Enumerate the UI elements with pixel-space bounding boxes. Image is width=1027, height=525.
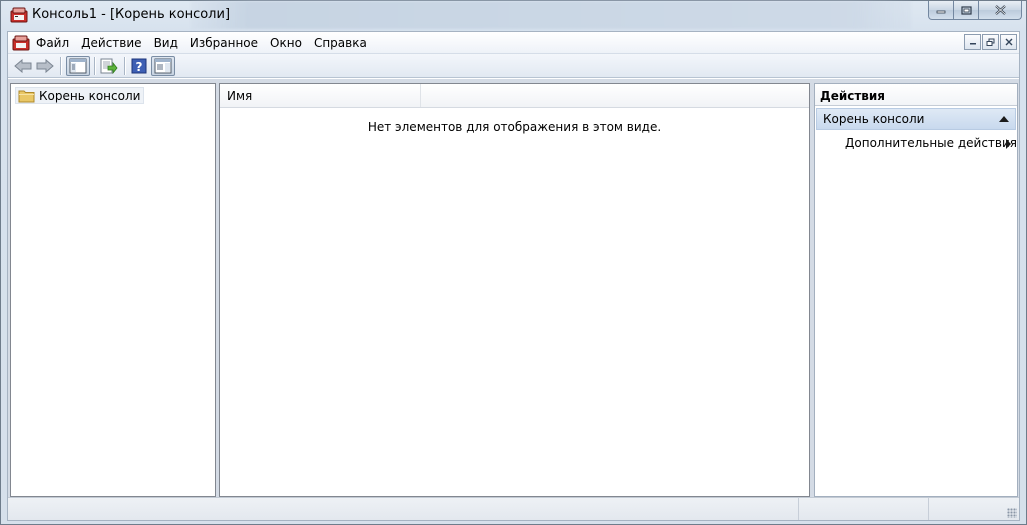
close-icon	[994, 5, 1006, 15]
column-header-name[interactable]: Имя	[220, 84, 421, 107]
status-bar	[8, 497, 1019, 520]
actions-section-title: Корень консоли	[823, 112, 925, 126]
help-button[interactable]: ?	[128, 56, 150, 76]
client-area: Файл Действие Вид Избранное Окно Справка	[7, 31, 1020, 521]
title-bar[interactable]: Консоль1 - [Корень консоли]	[1, 1, 1026, 31]
action-more-actions[interactable]: Дополнительные действия	[845, 135, 1017, 151]
tree-item-label: Корень консоли	[39, 88, 141, 103]
child-minimize-button[interactable]	[964, 34, 981, 50]
restore-icon	[960, 5, 972, 15]
actions-section-console-root[interactable]: Корень консоли	[816, 108, 1016, 130]
actions-pane: Действия Корень консоли Дополнительные д…	[814, 83, 1018, 497]
export-list-icon	[100, 58, 118, 74]
mmc-console-icon	[10, 7, 28, 23]
menu-action[interactable]: Действие	[75, 35, 147, 51]
mmc-window: Консоль1 - [Корень консоли] Файл Действи…	[0, 0, 1027, 525]
menu-window[interactable]: Окно	[264, 35, 308, 51]
back-button[interactable]	[12, 56, 34, 76]
child-close-button[interactable]	[1000, 34, 1017, 50]
tree-item-console-root[interactable]: Корень консоли	[15, 87, 145, 104]
status-segment	[928, 498, 1019, 520]
show-hide-action-pane-button[interactable]	[151, 56, 175, 76]
menu-help[interactable]: Справка	[308, 35, 373, 51]
close-button[interactable]	[979, 1, 1022, 20]
toolbar-separator	[94, 57, 95, 75]
resize-grip[interactable]	[1007, 508, 1017, 518]
forward-arrow-icon	[36, 59, 54, 73]
forward-button[interactable]	[34, 56, 56, 76]
close-icon	[1005, 38, 1012, 46]
console-tree-pane[interactable]: Корень консоли	[10, 83, 216, 497]
empty-list-message: Нет элементов для отображения в этом вид…	[367, 120, 662, 134]
toolbar: ?	[8, 54, 1019, 78]
restore-icon	[986, 38, 995, 46]
toolbar-separator	[124, 57, 125, 75]
maximize-button[interactable]	[954, 1, 979, 20]
back-arrow-icon	[14, 59, 32, 73]
title-bar-glass	[191, 1, 911, 29]
show-hide-action-pane-icon	[154, 58, 172, 74]
document-system-menu-icon[interactable]	[12, 35, 30, 51]
help-icon: ?	[131, 58, 147, 74]
menu-bar: Файл Действие Вид Избранное Окно Справка	[8, 32, 1019, 54]
column-header-empty	[421, 84, 807, 107]
submenu-arrow-icon[interactable]	[1006, 139, 1011, 149]
menu-favorites[interactable]: Избранное	[184, 35, 264, 51]
menu-file[interactable]: Файл	[30, 35, 75, 51]
show-hide-console-tree-button[interactable]	[66, 56, 90, 76]
status-segment	[798, 498, 928, 520]
window-title: Консоль1 - [Корень консоли]	[32, 7, 231, 22]
child-restore-button[interactable]	[982, 34, 999, 50]
folder-icon	[18, 90, 35, 102]
actions-header: Действия	[815, 84, 1017, 106]
minimize-icon	[969, 43, 976, 45]
menu-view[interactable]: Вид	[148, 35, 184, 51]
minimize-button[interactable]	[928, 1, 954, 20]
svg-text:?: ?	[136, 60, 143, 74]
list-header: Имя	[220, 84, 809, 108]
toolbar-separator	[60, 57, 61, 75]
show-hide-console-tree-icon	[69, 58, 87, 74]
panes-area: Корень консоли Имя Нет элементов для ото…	[8, 79, 1019, 497]
collapse-arrow-icon[interactable]	[999, 116, 1009, 122]
export-list-button[interactable]	[98, 56, 120, 76]
minimize-icon	[936, 10, 946, 14]
result-pane[interactable]: Имя Нет элементов для отображения в этом…	[219, 83, 810, 497]
